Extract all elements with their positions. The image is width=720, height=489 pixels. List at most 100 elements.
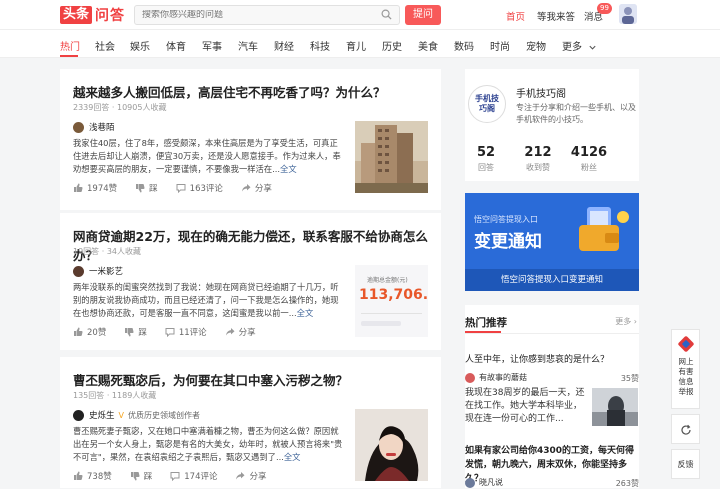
thumbnail-divider xyxy=(361,313,422,314)
profile-description: 专注于分享和介绍一些手机、以及手机软件的小技巧。 xyxy=(516,103,636,124)
tab-entertainment[interactable]: 娱乐 xyxy=(130,38,150,53)
report-button[interactable]: 网上有害信息举报 xyxy=(671,329,700,409)
share-button[interactable]: 分享 xyxy=(241,182,272,194)
hot-item-likes: 263赞 xyxy=(615,479,639,488)
banner-footer: 悟空问答提现入口变更通知 xyxy=(465,269,639,291)
question-meta: 135回答 · 1189人收藏 xyxy=(73,391,157,400)
hot-divider xyxy=(465,333,639,334)
profile-name[interactable]: 手机技巧阁 xyxy=(516,85,566,100)
stat-likes[interactable]: 212 收到赞 xyxy=(522,145,554,173)
answer-actions: 1974赞 踩 163评论 分享 xyxy=(73,182,290,194)
tab-history[interactable]: 历史 xyxy=(382,38,402,53)
like-button[interactable]: 738赞 xyxy=(73,470,112,482)
like-button[interactable]: 1974赞 xyxy=(73,182,117,194)
question-card: 网商贷逾期22万，现在的确无能力偿还，联系客服不给协商怎么办？ 19回答 · 3… xyxy=(60,213,441,350)
tab-hot[interactable]: 热门 xyxy=(60,38,80,53)
tab-society[interactable]: 社会 xyxy=(95,38,115,53)
message-count-badge: 99 xyxy=(597,3,612,14)
tab-finance[interactable]: 财经 xyxy=(274,38,294,53)
hot-more-link[interactable]: 更多 › xyxy=(615,316,637,327)
hot-item-question[interactable]: 人至中年，让你感到悲哀的是什么？ xyxy=(465,352,639,365)
question-meta: 2339回答 · 10905人收藏 xyxy=(73,103,167,112)
share-icon xyxy=(241,184,251,192)
share-button[interactable]: 分享 xyxy=(235,470,267,482)
notice-banner[interactable]: 悟空问答提现入口 变更通知 悟空问答提现入口变更通知 xyxy=(465,193,639,291)
answer-thumbnail[interactable] xyxy=(355,121,428,193)
hot-item-thumbnail[interactable] xyxy=(592,388,638,426)
read-more-link[interactable]: 全文 xyxy=(297,308,314,318)
answer-excerpt[interactable]: 曹丕赐死妻子甄宓，又在她口中塞满着糠之物，曹丕为何这么做？原因就出在另一个女人身… xyxy=(73,425,346,464)
logo[interactable]: 头条 问答 xyxy=(60,5,125,25)
tab-sports[interactable]: 体育 xyxy=(166,38,186,53)
wallet-illustration-icon xyxy=(579,207,629,251)
tab-military[interactable]: 军事 xyxy=(202,38,222,53)
question-title[interactable]: 越来越多人搬回低层，高层住宅不再吃香了吗？为什么？ xyxy=(73,82,386,101)
dislike-button[interactable]: 踩 xyxy=(135,182,158,194)
question-title[interactable]: 曹丕赐死甄宓后，为何要在其口中塞入污秽之物？ xyxy=(73,370,348,389)
search-input[interactable] xyxy=(142,10,372,20)
share-button[interactable]: 分享 xyxy=(225,326,256,338)
answer-excerpt[interactable]: 两年没联系的闺蜜突然找到了我说：她现在网商贷已经逾期了十几万，听别的朋友说我协商… xyxy=(73,281,346,320)
answer-excerpt[interactable]: 我家住40层，住了8年，感受颇深，本来住高层是为了享受生活，可真正住进去后却让人… xyxy=(73,137,346,176)
answer-author[interactable]: 浅巷陌 xyxy=(73,121,115,133)
thumbnail-label: 逾期总金额(元) xyxy=(367,277,408,284)
tab-fashion[interactable]: 时尚 xyxy=(490,38,510,53)
hot-author-avatar xyxy=(465,372,475,383)
tab-food[interactable]: 美食 xyxy=(418,38,438,53)
user-avatar[interactable] xyxy=(619,4,637,24)
dislike-button[interactable]: 踩 xyxy=(130,470,152,482)
comment-icon xyxy=(165,328,175,337)
chevron-down-icon xyxy=(589,45,596,50)
question-title[interactable]: 网商贷逾期22万，现在的确无能力偿还，联系客服不给协商怎么办？ xyxy=(73,226,441,264)
hot-recommend-panel: 热门推荐 更多 › 人至中年，让你感到悲哀的是什么？ 有故事的蘑菇 35赞 我现… xyxy=(465,305,639,488)
author-avatar xyxy=(73,409,84,421)
stat-followers[interactable]: 4126 粉丝 xyxy=(569,145,609,173)
read-more-link[interactable]: 全文 xyxy=(284,452,301,462)
question-meta: 19回答 · 34人收藏 xyxy=(73,247,142,256)
thumbnail-bar xyxy=(361,321,401,326)
tab-auto[interactable]: 汽车 xyxy=(238,38,258,53)
hot-item-excerpt[interactable]: 我现在38周岁的最后一天，还在找工作。她大学本科毕业，现在连一份可心的工作... xyxy=(465,387,585,426)
tab-tech[interactable]: 科技 xyxy=(310,38,330,53)
category-nav: 热门 社会 娱乐 体育 军事 汽车 财经 科技 育儿 历史 美食 数码 时尚 宠… xyxy=(0,30,720,58)
thumb-up-icon xyxy=(74,183,83,192)
hot-item-author[interactable]: 有故事的蘑菇 xyxy=(465,372,527,383)
tab-more[interactable]: 更多 xyxy=(562,38,597,53)
search-box xyxy=(134,5,400,25)
refresh-icon xyxy=(681,424,691,435)
profile-avatar[interactable]: 手机技巧阁 xyxy=(468,85,506,123)
ask-button[interactable]: 提问 xyxy=(405,5,441,25)
question-card: 越来越多人搬回低层，高层住宅不再吃香了吗？为什么？ 2339回答 · 10905… xyxy=(60,69,441,210)
feedback-button[interactable]: 反馈 xyxy=(671,449,700,479)
answer-thumbnail[interactable] xyxy=(355,409,428,481)
stat-answers[interactable]: 52 回答 xyxy=(476,145,496,173)
tab-digital[interactable]: 数码 xyxy=(454,38,474,53)
comment-button[interactable]: 163评论 xyxy=(176,182,223,194)
logo-badge: 头条 xyxy=(60,6,93,24)
refresh-button[interactable] xyxy=(671,414,700,444)
share-icon xyxy=(225,328,235,336)
comment-button[interactable]: 11评论 xyxy=(165,326,207,338)
like-button[interactable]: 20赞 xyxy=(73,326,106,338)
search-icon[interactable] xyxy=(381,9,392,23)
nav-home-link[interactable]: 首页 xyxy=(506,9,525,23)
thumb-up-icon xyxy=(74,471,83,480)
answer-author[interactable]: 一米影艺 xyxy=(73,265,123,277)
nav-wait-answer-link[interactable]: 等我来答 xyxy=(537,9,575,23)
dislike-button[interactable]: 踩 xyxy=(124,326,147,338)
tab-parenting[interactable]: 育儿 xyxy=(346,38,366,53)
hot-item-author[interactable]: 晓凡说 xyxy=(465,477,503,488)
verified-badge-icon: V xyxy=(118,410,124,420)
answer-actions: 738赞 踩 174评论 分享 xyxy=(73,470,285,482)
top-bar: 头条 问答 提问 首页 等我来答 消息 99 xyxy=(0,0,720,30)
hot-item-likes: 35赞 xyxy=(620,374,639,383)
comment-button[interactable]: 174评论 xyxy=(170,470,217,482)
banner-title: 变更通知 xyxy=(474,232,542,252)
author-avatar xyxy=(73,121,84,133)
read-more-link[interactable]: 全文 xyxy=(280,164,297,174)
answer-author[interactable]: 史烁生 V 优质历史领域创作者 xyxy=(73,409,200,421)
answer-thumbnail[interactable]: 逾期总金额(元) 113,706.6 xyxy=(355,265,428,337)
answer-actions: 20赞 踩 11评论 分享 xyxy=(73,326,274,338)
thumb-up-icon xyxy=(74,327,83,336)
tab-pets[interactable]: 宠物 xyxy=(526,38,546,53)
